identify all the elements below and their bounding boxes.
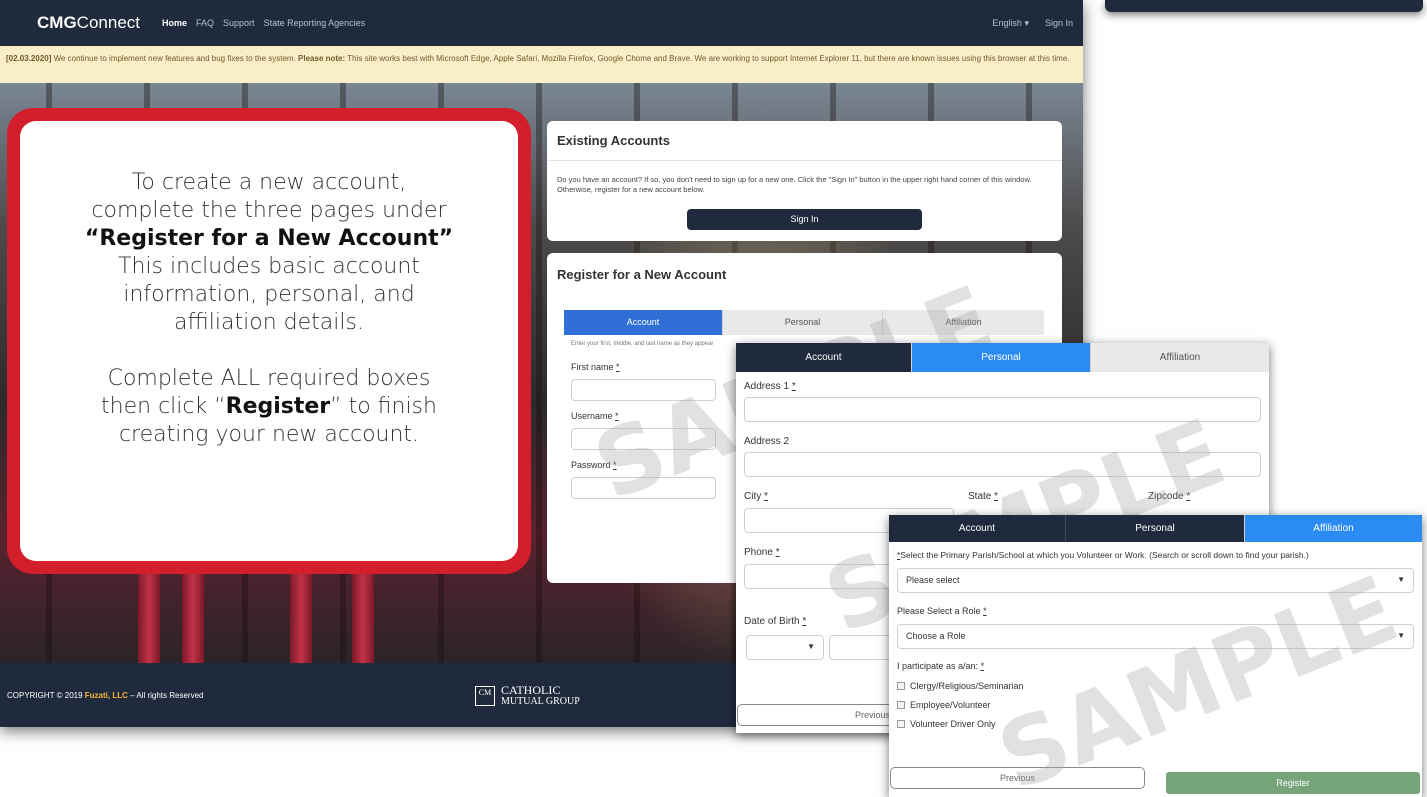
fuzati-link[interactable]: Fuzati, LLC [85, 691, 128, 700]
nav-links: Home FAQ Support State Reporting Agencie… [162, 18, 365, 28]
tab-personal[interactable]: Personal [912, 343, 1091, 372]
navbar: CMGConnect Home FAQ Support State Report… [0, 0, 1083, 46]
address1-label: Address 1 * [744, 381, 796, 392]
dob-label: Date of Birth * [744, 616, 807, 627]
existing-accounts-title: Existing Accounts [547, 121, 1062, 161]
affiliation-screenshot: Account Personal Affiliation *Select the… [889, 515, 1422, 797]
city-label: City * [744, 491, 768, 502]
nav-right: English ▾ Sign In [992, 18, 1073, 29]
username-input[interactable] [571, 428, 716, 450]
address2-label: Address 2 [744, 436, 790, 447]
participate-label: I participate as a/an: * [897, 661, 985, 671]
first-name-label: First name * [571, 362, 620, 372]
password-input[interactable] [571, 477, 716, 499]
copyright-text: COPYRIGHT © 2019 Fuzati, LLC – All right… [7, 690, 204, 700]
previous-button[interactable]: Previous [737, 704, 897, 726]
notice-date: [02.03.2020] [6, 54, 52, 63]
first-name-input[interactable] [571, 379, 716, 401]
caret-down-icon: ▼ [1397, 631, 1405, 640]
caret-down-icon: ▼ [807, 642, 815, 651]
checkbox[interactable] [897, 720, 905, 728]
state-label: State * [968, 491, 999, 502]
password-label: Password * [571, 460, 617, 470]
tab-account[interactable]: Account [736, 343, 912, 372]
catholic-mutual-logo: CM CATHOLIC MUTUAL GROUP [475, 684, 580, 707]
register-tabs: Account Personal Affiliation [564, 310, 1044, 335]
phone-label: Phone * [744, 547, 780, 558]
sign-in-button[interactable]: Sign In [687, 209, 922, 230]
option-clergy[interactable]: Clergy/Religious/Seminarian [897, 681, 1024, 691]
cropped-screenshot-edge [1105, 0, 1423, 12]
parish-select[interactable]: Please select ▼ [897, 568, 1414, 593]
tab-personal[interactable]: Personal [723, 310, 883, 335]
zipcode-label: Zipcode * [1148, 491, 1191, 502]
nav-state-reporting[interactable]: State Reporting Agencies [264, 18, 366, 28]
role-label: Please Select a Role * [897, 606, 987, 616]
username-label: Username * [571, 411, 619, 421]
instruction-callout: To create a new account, complete the th… [7, 108, 531, 574]
nav-support[interactable]: Support [223, 18, 255, 28]
checkbox[interactable] [897, 701, 905, 709]
tab-account[interactable]: Account [889, 515, 1066, 542]
dob-month-select[interactable]: ▼ [746, 635, 824, 660]
tab-affiliation[interactable]: Affiliation [883, 310, 1044, 335]
affiliation-tabs: Account Personal Affiliation [889, 515, 1422, 542]
option-employee[interactable]: Employee/Volunteer [897, 700, 991, 710]
existing-accounts-text: Do you have an account? If so, you don't… [557, 175, 1032, 194]
address2-input[interactable] [744, 452, 1261, 477]
nav-faq[interactable]: FAQ [196, 18, 214, 28]
register-title: Register for a New Account [557, 267, 727, 282]
language-dropdown[interactable]: English ▾ [992, 18, 1029, 29]
checkbox[interactable] [897, 682, 905, 690]
personal-tabs: Account Personal Affiliation [736, 343, 1269, 372]
caret-down-icon: ▼ [1397, 575, 1405, 584]
sign-in-link[interactable]: Sign In [1045, 18, 1073, 29]
existing-accounts-panel: Existing Accounts Do you have an account… [547, 121, 1062, 241]
option-driver[interactable]: Volunteer Driver Only [897, 719, 996, 729]
parish-label: *Select the Primary Parish/School at whi… [897, 550, 1309, 560]
tab-personal[interactable]: Personal [1066, 515, 1245, 542]
caret-down-icon: ▾ [1024, 17, 1029, 28]
name-hint: Enter your first, middle, and last name … [571, 341, 714, 347]
pillar-decor [290, 563, 312, 663]
notice-banner: [02.03.2020] We continue to implement ne… [0, 46, 1083, 83]
tab-account[interactable]: Account [564, 310, 723, 335]
brand-logo[interactable]: CMGConnect [37, 13, 140, 33]
address1-input[interactable] [744, 397, 1261, 422]
tab-affiliation[interactable]: Affiliation [1245, 515, 1422, 542]
role-select[interactable]: Choose a Role ▼ [897, 624, 1414, 649]
previous-button[interactable]: Previous [890, 767, 1145, 789]
tutorial-canvas: CMGConnect Home FAQ Support State Report… [0, 0, 1427, 797]
catholic-mutual-logo-mark: CM [475, 686, 495, 706]
pillar-decor [352, 568, 374, 663]
nav-home[interactable]: Home [162, 18, 187, 28]
tab-affiliation[interactable]: Affiliation [1091, 343, 1269, 372]
register-button[interactable]: Register [1166, 772, 1420, 794]
